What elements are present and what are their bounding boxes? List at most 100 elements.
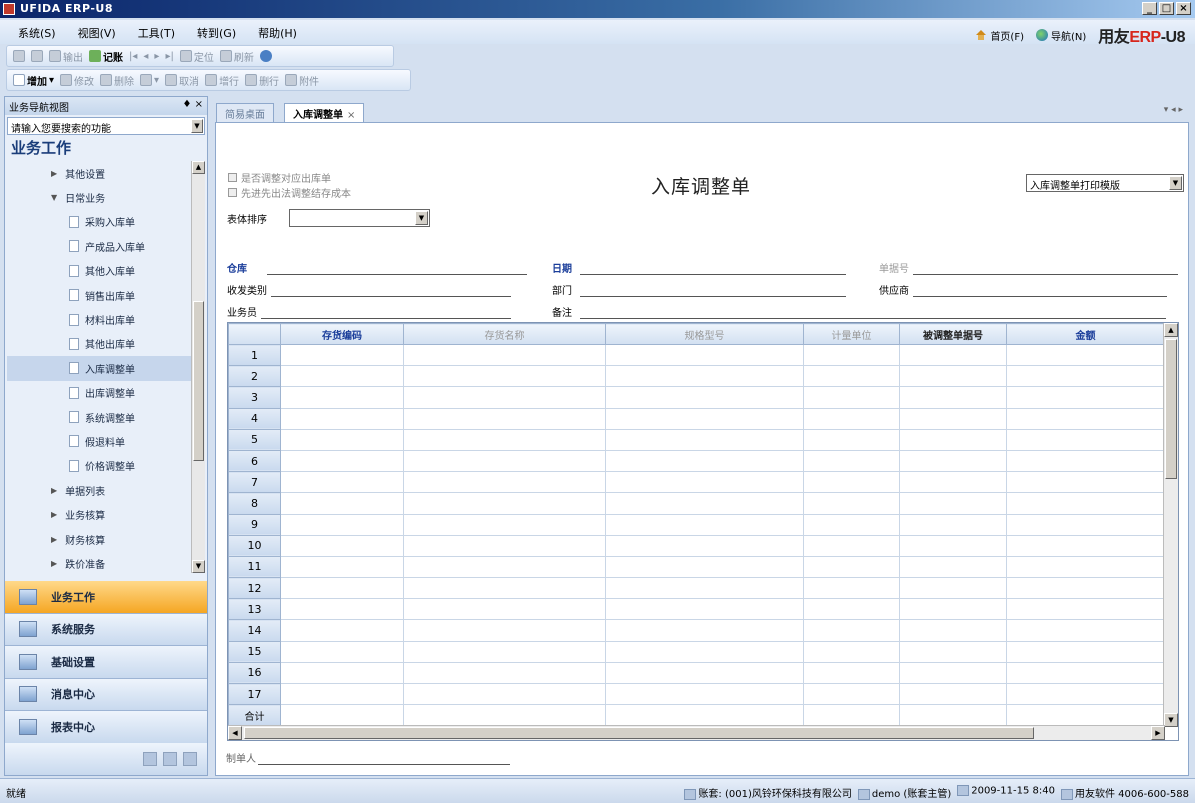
post-button[interactable]: 记账 (89, 49, 123, 64)
table-cell[interactable] (1006, 471, 1165, 494)
module-business-work[interactable]: 业务工作 (5, 581, 207, 614)
table-cell[interactable] (803, 449, 900, 473)
grid-horizontal-scrollbar[interactable]: ◀ ▶ (228, 725, 1165, 740)
tree-item[interactable]: ▶ 跌价准备 (7, 551, 193, 575)
collapsed-arrow-icon[interactable]: ▶ (51, 510, 57, 519)
table-cell[interactable] (899, 682, 1007, 706)
table-cell[interactable] (403, 343, 606, 367)
table-cell[interactable] (1006, 640, 1165, 663)
print-template-select[interactable]: 入库调整单打印模版 ▼ (1026, 174, 1184, 192)
table-cell[interactable] (899, 343, 1007, 367)
minimize-button[interactable]: _ (1142, 2, 1157, 15)
table-cell[interactable] (280, 471, 404, 494)
table-cell[interactable] (803, 682, 900, 706)
table-cell[interactable] (803, 555, 900, 579)
menu-view[interactable]: 视图(V) (78, 25, 116, 41)
table-row[interactable]: 15 (228, 640, 1165, 663)
tree-item[interactable]: 销售出库单 (7, 283, 193, 307)
scroll-up-icon[interactable]: ▲ (1164, 323, 1178, 337)
fifo-adjust-checkbox[interactable]: 先进先出法调整结存成本 (228, 185, 351, 200)
table-cell[interactable] (803, 492, 900, 515)
table-cell[interactable] (280, 513, 404, 536)
add-row-button[interactable]: 增行 (205, 73, 239, 88)
tree-item[interactable]: ▼ 日常业务 (7, 185, 193, 209)
table-cell[interactable] (605, 449, 804, 473)
table-cell[interactable] (899, 534, 1007, 557)
tree-item[interactable]: 入库调整单 (7, 356, 193, 381)
home-link[interactable]: 首页(F) (975, 28, 1024, 43)
collapsed-arrow-icon[interactable]: ▶ (51, 559, 57, 568)
table-cell[interactable] (899, 471, 1007, 494)
last-record-icon[interactable]: ▸| (165, 51, 173, 62)
table-cell[interactable] (605, 492, 804, 515)
table-row[interactable]: 8 (228, 492, 1165, 515)
table-row[interactable]: 9 (228, 513, 1165, 536)
module-report-center[interactable]: 报表中心 (5, 711, 207, 744)
table-cell[interactable] (280, 704, 404, 727)
collapsed-arrow-icon[interactable]: ▶ (51, 486, 57, 495)
table-cell[interactable] (899, 365, 1007, 388)
checkbox-icon[interactable] (228, 188, 237, 197)
table-cell[interactable] (899, 577, 1007, 600)
table-row[interactable]: 合计 (228, 704, 1165, 727)
delete-button[interactable]: 删除 (100, 73, 134, 88)
next-record-icon[interactable]: ▸ (154, 51, 159, 62)
table-cell[interactable] (803, 343, 900, 367)
table-cell[interactable] (1006, 704, 1165, 727)
tree-item[interactable]: 价格调整单 (7, 454, 193, 478)
table-cell[interactable] (803, 407, 900, 430)
table-cell[interactable] (280, 428, 404, 451)
column-header[interactable]: 存货名称 (403, 323, 606, 345)
table-cell[interactable] (1006, 492, 1165, 515)
table-cell[interactable] (605, 343, 804, 367)
table-cell[interactable] (1006, 428, 1165, 451)
table-cell[interactable] (280, 682, 404, 706)
table-cell[interactable] (899, 640, 1007, 663)
column-header[interactable]: 存货编码 (280, 323, 404, 345)
mini-module-icon[interactable] (143, 752, 157, 766)
scroll-left-icon[interactable]: ◀ (228, 726, 242, 740)
maximize-button[interactable]: □ (1159, 2, 1174, 15)
table-row[interactable]: 5 (228, 428, 1165, 451)
table-cell[interactable] (403, 555, 606, 579)
table-row[interactable]: 6 (228, 449, 1165, 473)
table-row[interactable]: 14 (228, 619, 1165, 642)
close-tab-icon[interactable]: × (347, 110, 355, 121)
table-cell[interactable] (403, 386, 606, 409)
table-cell[interactable] (1006, 365, 1165, 388)
table-cell[interactable] (605, 682, 804, 706)
chevron-down-icon[interactable]: ▼ (415, 211, 428, 225)
tree-item[interactable]: 其他入库单 (7, 259, 193, 283)
table-cell[interactable] (899, 513, 1007, 536)
table-cell[interactable] (1006, 449, 1165, 473)
table-cell[interactable] (803, 534, 900, 557)
warehouse-field[interactable]: 仓库 (227, 260, 527, 275)
chevron-down-icon[interactable]: ▼ (191, 119, 203, 133)
tree-item[interactable]: 材料出库单 (7, 307, 193, 331)
table-cell[interactable] (605, 386, 804, 409)
table-row[interactable]: 1 (228, 343, 1165, 367)
table-cell[interactable] (803, 513, 900, 536)
modify-button[interactable]: 修改 (60, 73, 94, 88)
export-button[interactable]: 输出 (49, 49, 83, 64)
table-cell[interactable] (280, 386, 404, 409)
table-cell[interactable] (280, 598, 404, 621)
table-cell[interactable] (280, 619, 404, 642)
table-cell[interactable] (605, 619, 804, 642)
help-icon[interactable] (259, 50, 272, 62)
column-header[interactable]: 被调整单据号 (899, 323, 1007, 345)
table-cell[interactable] (280, 555, 404, 579)
table-cell[interactable] (403, 449, 606, 473)
attachment-button[interactable]: 附件 (285, 73, 319, 88)
menu-help[interactable]: 帮助(H) (258, 25, 297, 41)
table-cell[interactable] (403, 471, 606, 494)
table-cell[interactable] (803, 577, 900, 600)
prev-record-icon[interactable]: ◂ (143, 51, 148, 62)
table-row[interactable]: 17 (228, 682, 1165, 706)
table-cell[interactable] (899, 428, 1007, 451)
table-row[interactable]: 7 (228, 471, 1165, 494)
table-cell[interactable] (1006, 534, 1165, 557)
menu-system[interactable]: 系统(S) (18, 25, 56, 41)
delete-row-button[interactable]: 删行 (245, 73, 279, 88)
rd-type-field[interactable]: 收发类别 (227, 282, 511, 297)
